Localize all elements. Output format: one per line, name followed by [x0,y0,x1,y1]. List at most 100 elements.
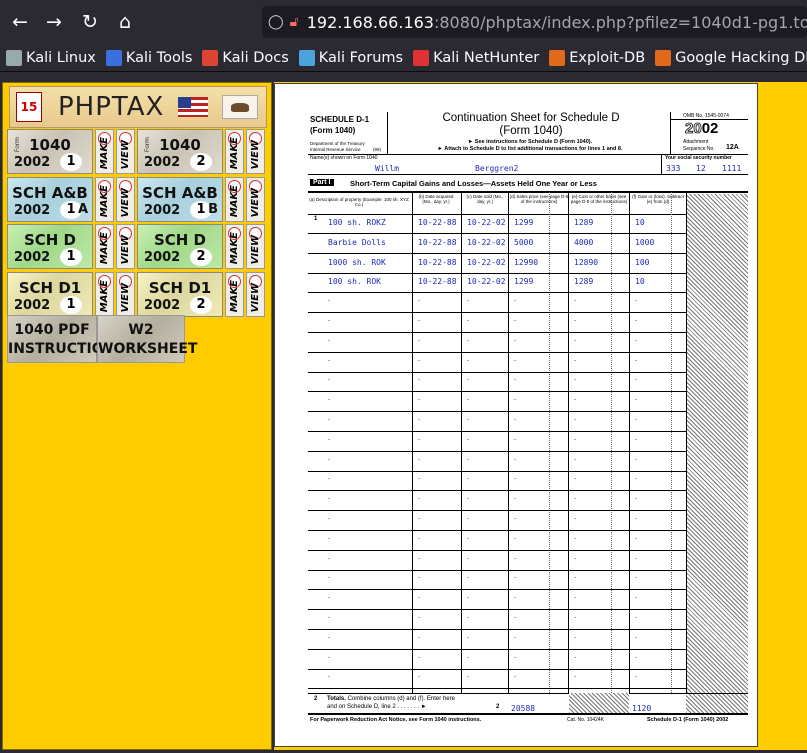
bookmark-item[interactable]: Kali Forums [298,49,403,66]
cell-c[interactable]: - [467,297,469,304]
cell-a[interactable]: - [328,495,330,502]
cell-e[interactable]: - [574,376,576,383]
cell-d[interactable]: - [514,396,516,403]
cell-f[interactable]: 100 [635,258,649,267]
cell-b[interactable]: 10-22-88 [418,238,457,247]
cell-f[interactable]: - [635,555,637,562]
cell-e[interactable]: - [574,436,576,443]
bookmark-item[interactable]: Kali Linux [6,49,96,66]
cell-c[interactable]: - [467,475,469,482]
cell-e[interactable]: - [574,456,576,463]
cell-a[interactable]: 100 sh. ROKZ [328,218,386,227]
shield-icon[interactable]: ◯ [268,14,284,30]
cell-e[interactable]: - [574,614,576,621]
cell-b[interactable]: - [418,673,420,680]
cell-f[interactable]: - [635,436,637,443]
cell-a[interactable]: - [328,436,330,443]
bookmark-item[interactable]: Kali Docs [202,49,289,66]
cell-f[interactable]: - [635,634,637,641]
cell-f[interactable]: - [635,297,637,304]
cell-a[interactable]: - [328,416,330,423]
cell-d[interactable]: - [514,515,516,522]
cell-e[interactable]: - [574,495,576,502]
cell-c[interactable]: - [467,614,469,621]
cell-e[interactable]: - [574,396,576,403]
bookmark-item[interactable]: Kali Tools [105,49,192,66]
cell-d[interactable]: - [514,555,516,562]
bookmark-item[interactable]: Exploit-DB [549,49,645,66]
view-button[interactable]: VIEW [246,129,265,174]
view-button[interactable]: VIEW [116,224,135,269]
cell-c[interactable]: - [467,594,469,601]
cell-f[interactable]: - [635,654,637,661]
forward-arrow-icon[interactable]: → [40,8,68,36]
cell-d[interactable]: - [514,475,516,482]
ssn-part-2[interactable]: 12 [696,164,706,173]
url-bar[interactable]: ◯ 🔓︎ 192.168.66.163:8080/phptax/index.ph… [262,6,807,38]
cell-a[interactable]: - [328,594,330,601]
cell-d[interactable]: 5000 [514,238,533,247]
cell-e[interactable]: 1289 [574,218,593,227]
cell-e[interactable]: - [574,594,576,601]
cell-e[interactable]: - [574,654,576,661]
cell-d[interactable]: - [514,456,516,463]
back-arrow-icon[interactable]: ← [6,8,34,36]
last-name[interactable]: Berggren2 [475,164,518,173]
cell-d[interactable]: 1299 [514,218,533,227]
cell-d[interactable]: - [514,337,516,344]
cell-d[interactable]: - [514,297,516,304]
make-button[interactable]: MAKE [95,129,114,174]
cell-f[interactable]: - [635,357,637,364]
cell-d[interactable]: - [514,594,516,601]
cell-e[interactable]: 4000 [574,238,593,247]
cell-f[interactable]: - [635,535,637,542]
cell-e[interactable]: - [574,337,576,344]
bookmark-item[interactable]: Kali NetHunter [413,49,539,66]
home-icon[interactable]: ⌂ [111,8,139,36]
cell-e[interactable]: - [574,574,576,581]
cell-d[interactable]: - [514,436,516,443]
cell-a[interactable]: - [328,654,330,661]
cell-b[interactable]: - [418,515,420,522]
cell-f[interactable]: - [635,317,637,324]
cell-a[interactable]: - [328,337,330,344]
cell-f[interactable]: 10 [635,218,645,227]
cell-f[interactable]: - [635,495,637,502]
cell-e[interactable]: - [574,515,576,522]
cell-b[interactable]: - [418,456,420,463]
cell-e[interactable]: - [574,555,576,562]
cell-a[interactable]: - [328,535,330,542]
cell-c[interactable]: - [467,634,469,641]
cell-c[interactable]: - [467,317,469,324]
cell-b[interactable]: - [418,416,420,423]
cell-a[interactable]: - [328,456,330,463]
cell-d[interactable]: - [514,574,516,581]
make-button[interactable]: MAKE [95,272,114,317]
total-sales-price[interactable]: 20588 [511,704,535,713]
cell-f[interactable]: - [635,594,637,601]
cell-b[interactable]: 10-22-88 [418,277,457,286]
cell-c[interactable]: - [467,654,469,661]
cell-d[interactable]: - [514,376,516,383]
cell-c[interactable]: - [467,337,469,344]
cell-a[interactable]: 100 sh. ROK [328,277,381,286]
ssn-part-1[interactable]: 333 [666,164,680,173]
cell-b[interactable]: 10-22-88 [418,218,457,227]
cell-b[interactable]: - [418,337,420,344]
cell-b[interactable]: - [418,555,420,562]
cell-d[interactable]: - [514,357,516,364]
cell-d[interactable]: - [514,495,516,502]
cell-b[interactable]: - [418,475,420,482]
cell-a[interactable]: - [328,555,330,562]
cell-d[interactable]: - [514,614,516,621]
cell-f[interactable]: - [635,673,637,680]
make-button[interactable]: MAKE [225,129,244,174]
view-button[interactable]: VIEW [116,177,135,222]
cell-b[interactable]: - [418,654,420,661]
cell-a[interactable]: - [328,515,330,522]
cell-b[interactable]: - [418,495,420,502]
cell-f[interactable]: 10 [635,277,645,286]
make-button[interactable]: MAKE [95,177,114,222]
view-button[interactable]: VIEW [116,272,135,317]
cell-e[interactable]: 12890 [574,258,598,267]
